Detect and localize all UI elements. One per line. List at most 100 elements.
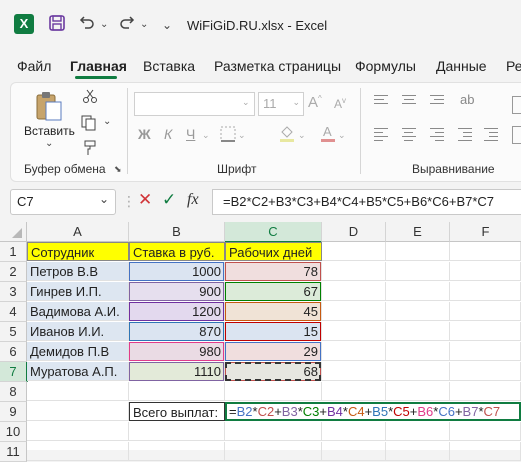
- align-left-icon[interactable]: [374, 128, 390, 141]
- align-right-icon[interactable]: [430, 128, 446, 141]
- undo-icon[interactable]: [78, 14, 96, 36]
- cell[interactable]: [322, 262, 386, 281]
- row-header[interactable]: 11: [0, 442, 27, 462]
- align-bottom-icon[interactable]: [430, 94, 446, 104]
- borders-dropdown-icon[interactable]: ⌄: [238, 130, 246, 141]
- cell[interactable]: [225, 382, 322, 401]
- fill-color-icon[interactable]: [278, 124, 296, 145]
- cell[interactable]: [450, 282, 521, 301]
- cell[interactable]: [386, 302, 450, 321]
- cell[interactable]: [450, 342, 521, 361]
- header-cell[interactable]: Ставка в руб.: [129, 242, 225, 261]
- editing-cell[interactable]: =B2*C2+B3*C3+B4*C4+B5*C5+B6*C6+B7*C7: [225, 402, 521, 421]
- shrink-font-icon[interactable]: Av: [334, 96, 346, 111]
- align-top-icon[interactable]: [374, 94, 390, 104]
- col-header-f[interactable]: F: [450, 222, 521, 242]
- align-middle-icon[interactable]: [402, 94, 418, 104]
- row-header[interactable]: 6: [0, 342, 27, 362]
- name-box[interactable]: C7 ⌄: [10, 189, 116, 215]
- decrease-indent-icon[interactable]: [458, 128, 474, 141]
- paste-button[interactable]: Вставить: [24, 124, 75, 138]
- copy-icon[interactable]: [80, 114, 98, 135]
- cell[interactable]: [129, 382, 225, 401]
- redo-icon[interactable]: [118, 14, 136, 36]
- underline-dropdown-icon[interactable]: ⌄: [202, 130, 210, 141]
- grow-font-icon[interactable]: A^: [308, 94, 322, 111]
- cell[interactable]: [129, 422, 225, 441]
- tab-formulas[interactable]: Формулы: [355, 58, 416, 74]
- row-header[interactable]: 2: [0, 262, 27, 282]
- formula-input[interactable]: =B2*C2+B3*C3+B4*C4+B5*C5+B6*C6+B7*C7: [212, 189, 521, 215]
- cell[interactable]: [450, 362, 521, 381]
- cell[interactable]: [322, 342, 386, 361]
- paste-dropdown-icon[interactable]: ⌄: [45, 138, 53, 149]
- fill-color-dropdown-icon[interactable]: ⌄: [298, 130, 306, 141]
- cell[interactable]: [450, 262, 521, 281]
- employee-name-cell[interactable]: Гинрев И.П.: [27, 282, 129, 301]
- tab-review[interactable]: Ре: [506, 58, 521, 74]
- undo-dropdown-icon[interactable]: ⌄: [100, 14, 108, 36]
- wrap-text-icon[interactable]: [512, 96, 521, 114]
- cell[interactable]: [322, 282, 386, 301]
- select-all-corner[interactable]: [0, 222, 27, 242]
- cell[interactable]: [129, 442, 225, 461]
- header-cell[interactable]: Рабочих дней: [225, 242, 322, 261]
- row-header[interactable]: 7: [0, 362, 28, 382]
- cell[interactable]: [386, 422, 450, 441]
- cell[interactable]: [27, 442, 129, 461]
- cell[interactable]: [225, 442, 322, 461]
- row-header[interactable]: 3: [0, 282, 27, 302]
- redo-dropdown-icon[interactable]: ⌄: [140, 14, 148, 36]
- quick-access-dropdown-icon[interactable]: ⌄: [162, 14, 172, 36]
- align-center-icon[interactable]: [402, 128, 418, 141]
- cell[interactable]: [386, 262, 450, 281]
- font-color-icon[interactable]: A: [320, 124, 336, 145]
- col-header-e[interactable]: E: [386, 222, 450, 242]
- orientation-icon[interactable]: ab: [460, 92, 474, 107]
- col-header-b[interactable]: B: [129, 222, 225, 242]
- total-label-cell[interactable]: Всего выплат:: [129, 402, 225, 421]
- increase-indent-icon[interactable]: [484, 128, 500, 141]
- cell[interactable]: [386, 282, 450, 301]
- clipboard-launcher-icon[interactable]: ⬊: [114, 164, 122, 175]
- col-header-a[interactable]: A: [27, 222, 129, 242]
- underline-button[interactable]: Ч: [186, 126, 195, 142]
- col-header-d[interactable]: D: [322, 222, 386, 242]
- insert-function-icon[interactable]: fx: [187, 191, 199, 209]
- font-size-combo[interactable]: 11 ⌄: [258, 92, 304, 116]
- cell[interactable]: [450, 382, 521, 401]
- font-name-combo[interactable]: [134, 92, 255, 116]
- employee-name-cell[interactable]: Демидов П.В: [27, 342, 129, 361]
- cell[interactable]: [322, 362, 386, 381]
- cell[interactable]: [450, 322, 521, 341]
- cancel-icon[interactable]: ✕: [138, 190, 152, 210]
- cell[interactable]: [27, 402, 129, 421]
- tab-insert[interactable]: Вставка: [143, 58, 195, 74]
- row-header[interactable]: 8: [0, 382, 27, 402]
- merge-icon[interactable]: [512, 126, 521, 144]
- paste-icon[interactable]: [34, 90, 64, 125]
- cell[interactable]: [386, 322, 450, 341]
- tab-data[interactable]: Данные: [436, 58, 487, 74]
- cell[interactable]: [450, 302, 521, 321]
- row-header[interactable]: 1: [0, 242, 27, 262]
- employee-name-cell[interactable]: Петров В.В: [27, 262, 129, 281]
- font-color-dropdown-icon[interactable]: ⌄: [338, 130, 346, 141]
- cell[interactable]: [322, 442, 386, 461]
- cell[interactable]: [322, 422, 386, 441]
- cell[interactable]: [322, 302, 386, 321]
- italic-button[interactable]: К: [164, 126, 172, 142]
- cut-icon[interactable]: [82, 88, 98, 107]
- row-header[interactable]: 5: [0, 322, 27, 342]
- cell[interactable]: [386, 362, 450, 381]
- font-name-dropdown-icon[interactable]: ⌄: [242, 97, 250, 108]
- cell[interactable]: [450, 242, 521, 261]
- cell[interactable]: [386, 242, 450, 261]
- employee-name-cell[interactable]: Вадимова А.И.: [27, 302, 129, 321]
- cell[interactable]: [386, 382, 450, 401]
- row-header[interactable]: 9: [0, 402, 27, 422]
- save-icon[interactable]: [48, 14, 66, 36]
- format-painter-icon[interactable]: [82, 140, 98, 159]
- cell[interactable]: [386, 342, 450, 361]
- tab-page-layout[interactable]: Разметка страницы: [214, 58, 341, 74]
